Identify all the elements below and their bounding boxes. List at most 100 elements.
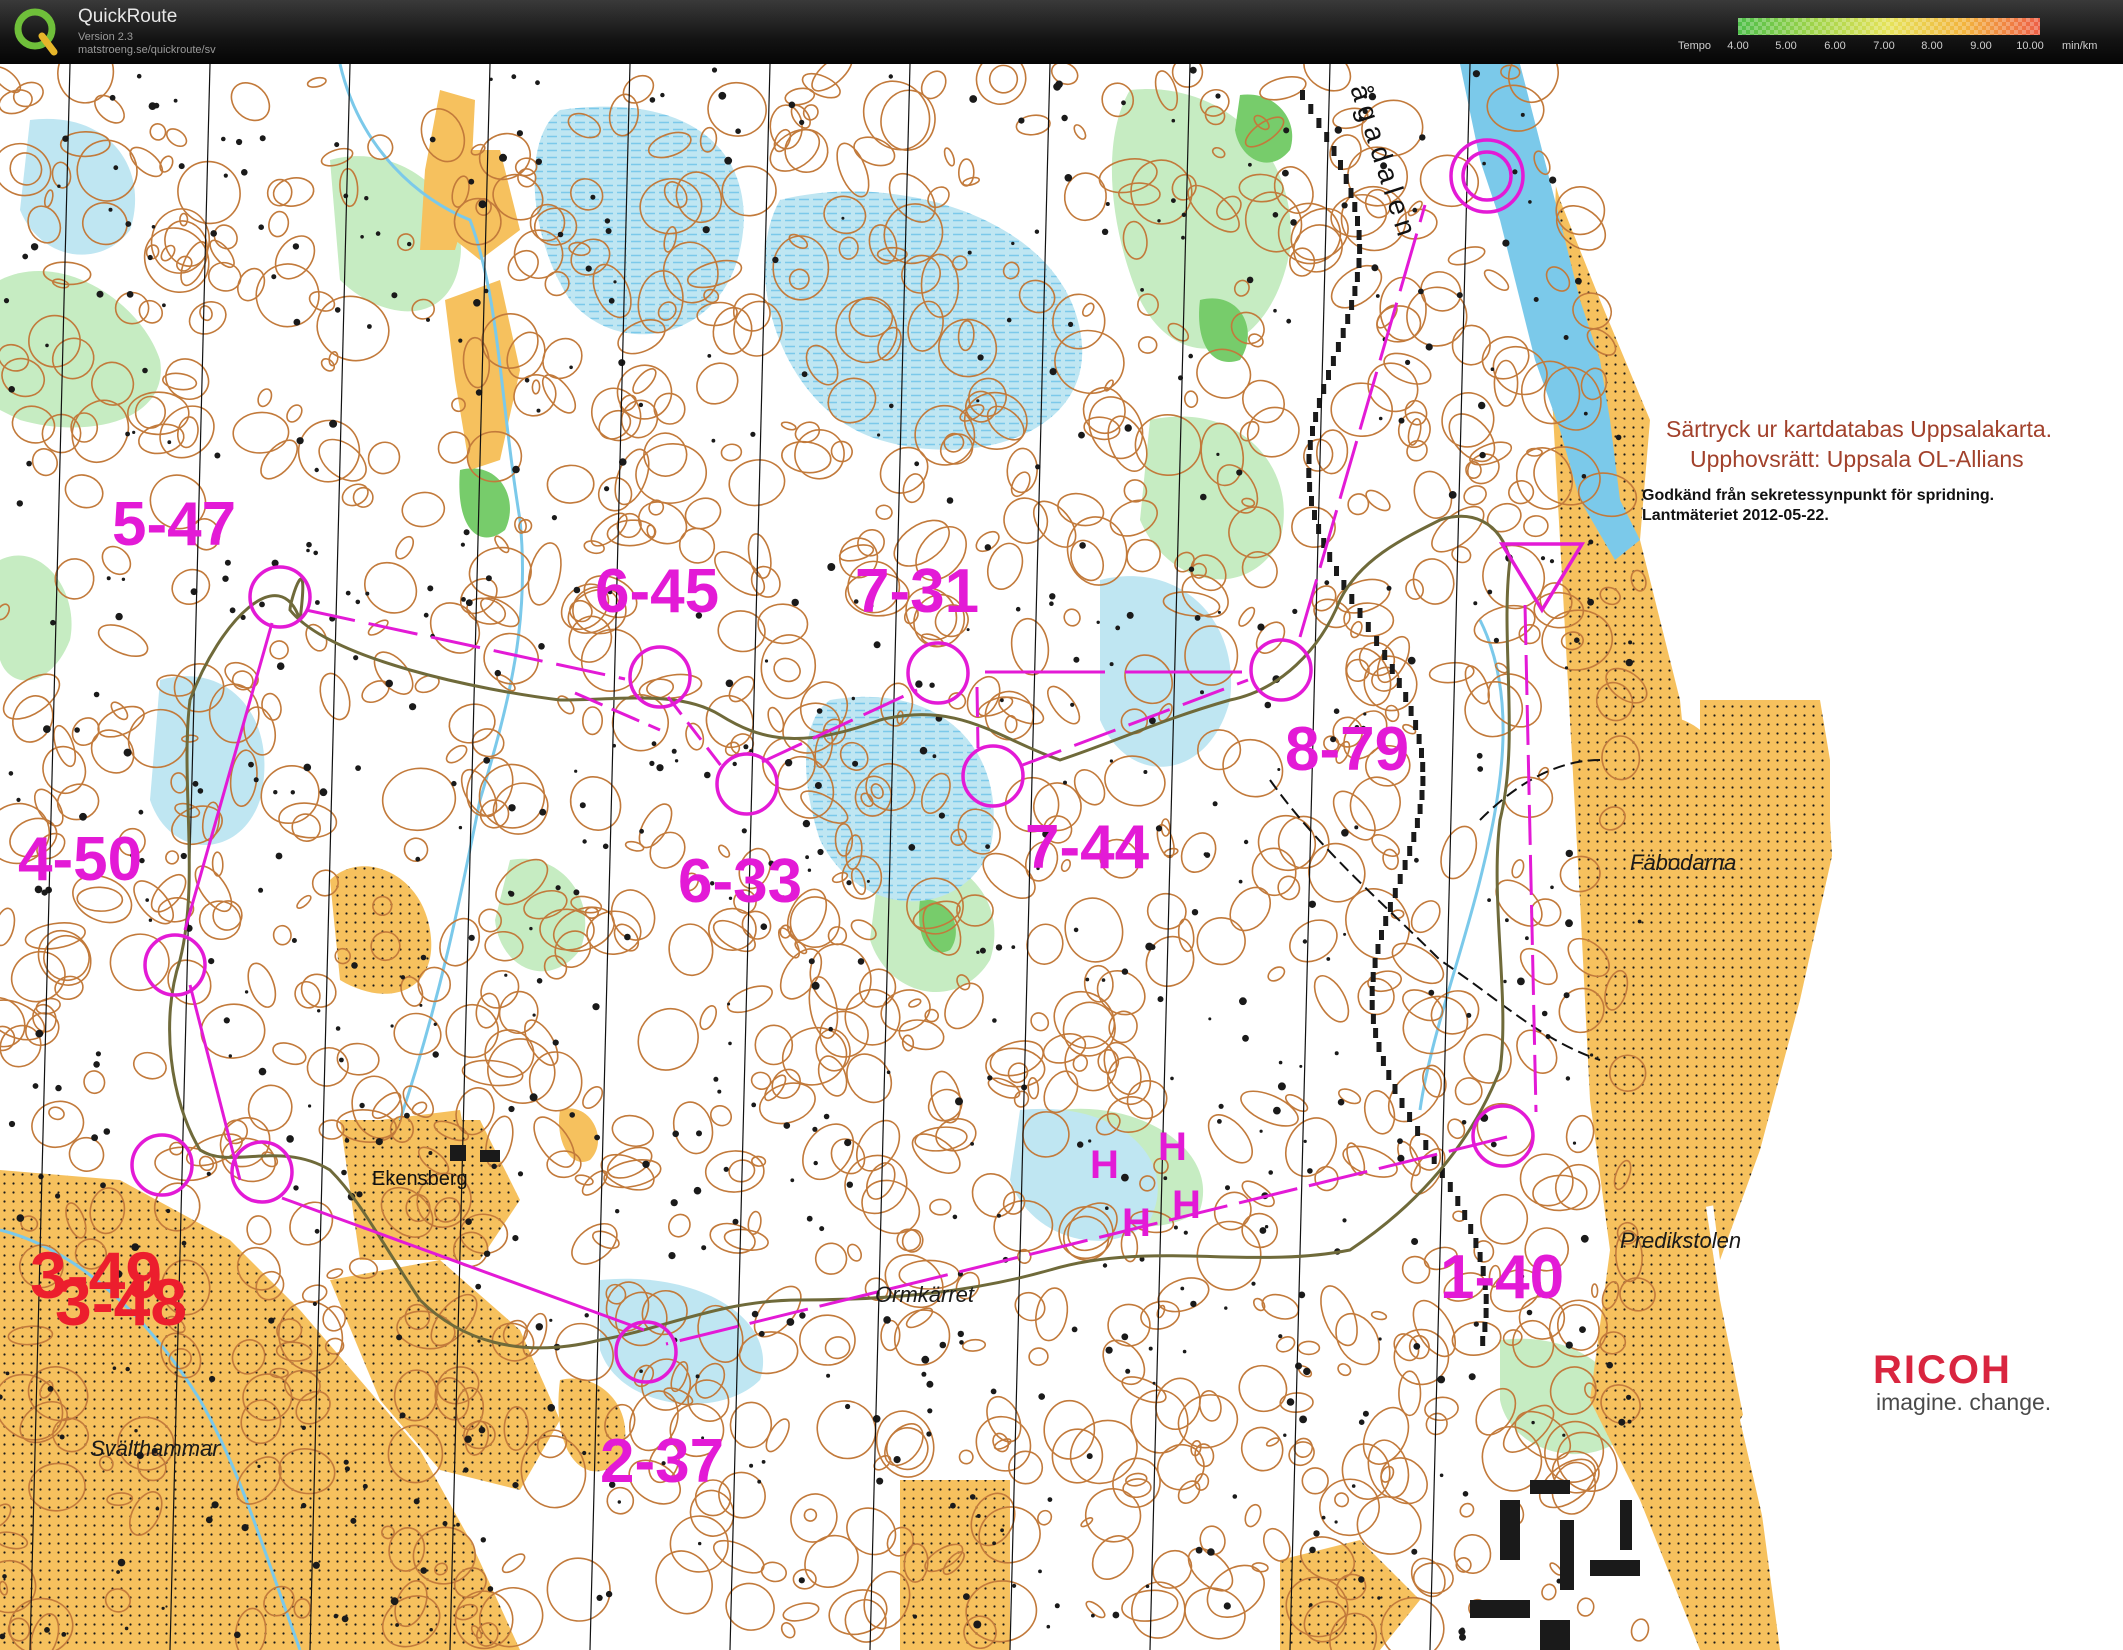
app-url: matstroeng.se/quickroute/sv <box>78 44 216 56</box>
boulder <box>208 958 215 965</box>
cliff-mark <box>1372 958 1378 968</box>
boulder <box>807 868 812 872</box>
boulder <box>433 1022 437 1026</box>
cliff-mark <box>1423 1140 1429 1150</box>
boulder <box>315 600 320 605</box>
cliff-mark <box>1307 482 1313 492</box>
boulder <box>296 437 304 445</box>
boulder <box>197 788 204 794</box>
orienteering-map[interactable]: 1-40 2-37 3-49 3-48 4-50 5-47 6-45 6-33 … <box>0 64 2123 1650</box>
boulder <box>93 691 100 698</box>
cliff-mark <box>1389 664 1395 674</box>
boulder <box>1105 1206 1109 1210</box>
boulder <box>1563 992 1570 999</box>
boulder <box>921 1371 927 1377</box>
boulder <box>799 1312 806 1319</box>
boulder <box>258 887 264 893</box>
boulder <box>1324 580 1330 586</box>
boulder <box>992 1541 996 1546</box>
boulder <box>569 1112 575 1118</box>
boulder <box>642 1160 650 1169</box>
boulder <box>713 1076 719 1082</box>
boulder <box>413 1498 420 1505</box>
boulder <box>1321 1515 1326 1520</box>
boulder <box>1124 424 1132 432</box>
boulder <box>613 280 617 284</box>
boulder <box>1053 82 1061 91</box>
place-ormkarret: Ormkärret <box>875 1282 975 1307</box>
boulder <box>594 1134 600 1141</box>
boulder <box>1200 493 1207 501</box>
boulder <box>1086 1453 1093 1460</box>
h-marker: H <box>1090 1143 1119 1187</box>
tempo-tick: 4.00 <box>1727 40 1749 52</box>
boulder <box>55 1084 62 1092</box>
boulder <box>2 1574 7 1579</box>
app-title: QuickRoute <box>78 6 178 27</box>
cliff-mark <box>1482 1322 1488 1332</box>
control-label-6b: 6-33 <box>678 847 802 916</box>
boulder <box>1493 637 1499 644</box>
boulder <box>1278 1334 1283 1339</box>
boulder <box>1377 1596 1381 1600</box>
boulder <box>912 1614 918 1619</box>
boulder <box>990 1388 997 1395</box>
boulder <box>1358 1419 1365 1425</box>
cliff-mark <box>1373 1028 1379 1038</box>
boulder <box>57 184 61 188</box>
boulder <box>718 91 727 100</box>
boulder <box>258 1067 267 1076</box>
boulder <box>1574 637 1580 643</box>
boulder <box>823 1113 830 1120</box>
boulder <box>345 590 351 596</box>
boulder <box>312 1301 317 1306</box>
cliff-mark <box>1387 902 1393 912</box>
boulder <box>491 1163 497 1170</box>
boulder <box>1334 1051 1339 1056</box>
boulder <box>223 173 228 178</box>
boulder <box>173 98 178 103</box>
boulder <box>1068 321 1074 327</box>
boulder <box>485 575 492 582</box>
boulder <box>1278 1060 1283 1065</box>
boulder <box>1375 294 1380 298</box>
boulder <box>181 1240 187 1246</box>
boulder <box>253 777 259 783</box>
boulder <box>535 1323 543 1331</box>
cliff-mark <box>1340 328 1346 338</box>
boulder <box>938 812 946 819</box>
boulder <box>1590 1053 1594 1057</box>
boulder <box>757 1479 762 1484</box>
boulder <box>957 1330 964 1338</box>
boulder <box>969 95 978 103</box>
boulder <box>1071 1326 1078 1333</box>
boulder <box>26 460 32 467</box>
boulder <box>508 804 516 812</box>
boulder <box>698 1541 702 1546</box>
boulder <box>966 628 970 632</box>
boulder <box>889 403 894 409</box>
boulder <box>1239 997 1247 1006</box>
boulder <box>1309 1546 1316 1554</box>
boulder <box>1077 1141 1084 1148</box>
boulder <box>229 607 236 614</box>
boulder <box>38 1173 44 1180</box>
boulder <box>926 1380 934 1388</box>
boulder <box>30 243 39 251</box>
boulder <box>465 1218 472 1225</box>
boulder <box>1188 566 1195 572</box>
boulder <box>125 221 132 227</box>
boulder <box>113 165 119 171</box>
boulder <box>536 978 543 984</box>
boulder <box>1405 359 1411 365</box>
boulder <box>458 338 463 343</box>
boulder <box>921 1355 930 1364</box>
boulder <box>1386 585 1392 591</box>
boulder <box>404 1112 410 1119</box>
cliff-mark <box>1369 1000 1375 1010</box>
boulder <box>428 1151 433 1155</box>
boulder <box>557 231 564 238</box>
boulder <box>344 1466 350 1472</box>
boulder <box>886 1070 891 1075</box>
boulder <box>1517 977 1525 986</box>
